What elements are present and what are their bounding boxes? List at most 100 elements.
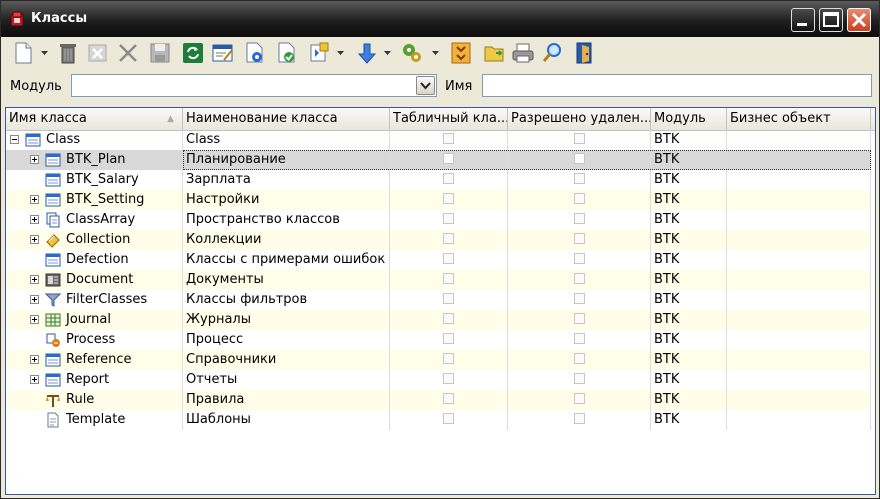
business-object-cell[interactable] <box>727 350 871 370</box>
module-cell[interactable]: BTK <box>651 270 727 290</box>
toolbar-button-open-folder[interactable] <box>482 40 508 66</box>
business-object-cell[interactable] <box>727 370 871 390</box>
module-cell[interactable]: BTK <box>651 330 727 350</box>
class-title-cell[interactable]: Отчеты <box>183 370 390 390</box>
delete-allowed-checkbox[interactable] <box>573 313 585 324</box>
toolbar-button-find[interactable] <box>540 40 566 66</box>
delete-allowed-checkbox[interactable] <box>573 333 585 344</box>
module-cell[interactable]: BTK <box>651 370 727 390</box>
table-row[interactable]: Template Шаблоны BTK <box>6 410 871 430</box>
module-cell[interactable]: BTK <box>651 210 727 230</box>
class-name-cell[interactable]: FilterClasses <box>6 290 183 310</box>
class-title-cell[interactable]: Классы фильтров <box>183 290 390 310</box>
table-row[interactable]: Document Документы BTK <box>6 270 871 290</box>
module-cell[interactable]: BTK <box>651 350 727 370</box>
expand-icon[interactable] <box>30 355 39 364</box>
delete-allowed-checkbox[interactable] <box>573 293 585 304</box>
class-name-cell[interactable]: BTK_Setting <box>6 190 183 210</box>
business-object-cell[interactable] <box>727 210 871 230</box>
delete-allowed-checkbox[interactable] <box>573 373 585 384</box>
tabular-checkbox[interactable] <box>443 173 454 184</box>
table-row[interactable]: BTK_Plan Планирование BTK <box>6 150 871 170</box>
class-name-cell[interactable]: Document <box>6 270 183 290</box>
close-button[interactable] <box>847 8 871 32</box>
delete-allowed-checkbox[interactable] <box>573 233 585 244</box>
tabular-checkbox[interactable] <box>443 313 454 324</box>
delete-allowed-checkbox[interactable] <box>573 413 585 424</box>
class-title-cell[interactable]: Пространство классов <box>183 210 390 230</box>
chevron-down-icon[interactable] <box>384 51 391 56</box>
class-title-cell[interactable]: Коллекции <box>183 230 390 250</box>
class-name-cell[interactable]: BTK_Salary <box>6 170 183 190</box>
tabular-checkbox[interactable] <box>443 233 454 244</box>
delete-allowed-checkbox[interactable] <box>573 353 585 364</box>
toolbar-button-move-down[interactable] <box>354 40 380 66</box>
tabular-checkbox[interactable] <box>443 353 454 364</box>
module-cell[interactable]: BTK <box>651 130 727 150</box>
class-title-cell[interactable]: Справочники <box>183 350 390 370</box>
table-row[interactable]: Process Процесс BTK <box>6 330 871 350</box>
table-row[interactable]: FilterClasses Классы фильтров BTK <box>6 290 871 310</box>
toolbar-button-refresh[interactable] <box>180 40 206 66</box>
toolbar-button-new[interactable] <box>10 40 36 66</box>
table-row[interactable]: Class Class BTK <box>6 130 871 150</box>
name-input[interactable] <box>482 74 872 97</box>
column-header-tabular[interactable]: Табличный кла... <box>390 108 508 130</box>
delete-allowed-checkbox[interactable] <box>573 213 585 224</box>
class-name-cell[interactable]: BTK_Plan <box>6 150 183 170</box>
module-cell[interactable]: BTK <box>651 250 727 270</box>
class-title-cell[interactable]: Процесс <box>183 330 390 350</box>
business-object-cell[interactable] <box>727 390 871 410</box>
toolbar-button-remove[interactable] <box>115 40 141 66</box>
expand-icon[interactable] <box>30 195 39 204</box>
module-cell[interactable]: BTK <box>651 190 727 210</box>
chevron-down-icon[interactable] <box>41 51 48 56</box>
table-row[interactable]: BTK_Setting Настройки BTK <box>6 190 871 210</box>
class-name-cell[interactable]: ClassArray <box>6 210 183 230</box>
module-cell[interactable]: BTK <box>651 230 727 250</box>
business-object-cell[interactable] <box>727 310 871 330</box>
delete-allowed-checkbox[interactable] <box>573 173 585 184</box>
toolbar-button-print[interactable] <box>510 40 536 66</box>
maximize-button[interactable] <box>819 8 843 32</box>
expand-icon[interactable] <box>30 215 39 224</box>
class-title-cell[interactable]: Настройки <box>183 190 390 210</box>
minimize-button[interactable] <box>791 8 815 32</box>
tabular-checkbox[interactable] <box>443 273 454 284</box>
tabular-checkbox[interactable] <box>443 333 454 344</box>
delete-allowed-checkbox[interactable] <box>573 393 585 404</box>
tabular-checkbox[interactable] <box>443 133 454 144</box>
class-name-cell[interactable]: Collection <box>6 230 183 250</box>
module-select[interactable] <box>71 74 437 97</box>
table-row[interactable]: BTK_Salary Зарплата BTK <box>6 170 871 190</box>
delete-allowed-checkbox[interactable] <box>573 253 585 264</box>
table-row[interactable]: Rule Правила BTK <box>6 390 871 410</box>
delete-allowed-checkbox[interactable] <box>573 193 585 204</box>
business-object-cell[interactable] <box>727 250 871 270</box>
class-title-cell[interactable]: Журналы <box>183 310 390 330</box>
tabular-checkbox[interactable] <box>443 213 454 224</box>
module-cell[interactable]: BTK <box>651 310 727 330</box>
expand-icon[interactable] <box>30 375 39 384</box>
column-header-delete-allowed[interactable]: Разрешено удален... <box>508 108 651 130</box>
class-name-cell[interactable]: Rule <box>6 390 183 410</box>
business-object-cell[interactable] <box>727 190 871 210</box>
chevron-down-icon[interactable] <box>432 51 439 56</box>
toolbar-button-document-settings[interactable] <box>242 40 268 66</box>
tabular-checkbox[interactable] <box>443 253 454 264</box>
business-object-cell[interactable] <box>727 170 871 190</box>
column-header-business-object[interactable]: Бизнес объект <box>727 108 871 130</box>
class-name-cell[interactable]: Journal <box>6 310 183 330</box>
collapse-icon[interactable] <box>10 135 19 144</box>
class-title-cell[interactable]: Правила <box>183 390 390 410</box>
toolbar-button-export[interactable] <box>306 40 332 66</box>
expand-icon[interactable] <box>30 295 39 304</box>
table-row[interactable]: Defection Классы с примерами ошибок BTK <box>6 250 871 270</box>
module-cell[interactable]: BTK <box>651 410 727 430</box>
title-bar[interactable]: Классы <box>1 1 879 37</box>
table-row[interactable]: Journal Журналы BTK <box>6 310 871 330</box>
module-cell[interactable]: BTK <box>651 390 727 410</box>
column-header-class-title[interactable]: Наименование класса <box>183 108 390 130</box>
toolbar-button-move[interactable] <box>448 40 474 66</box>
class-title-cell[interactable]: Class <box>183 130 390 150</box>
